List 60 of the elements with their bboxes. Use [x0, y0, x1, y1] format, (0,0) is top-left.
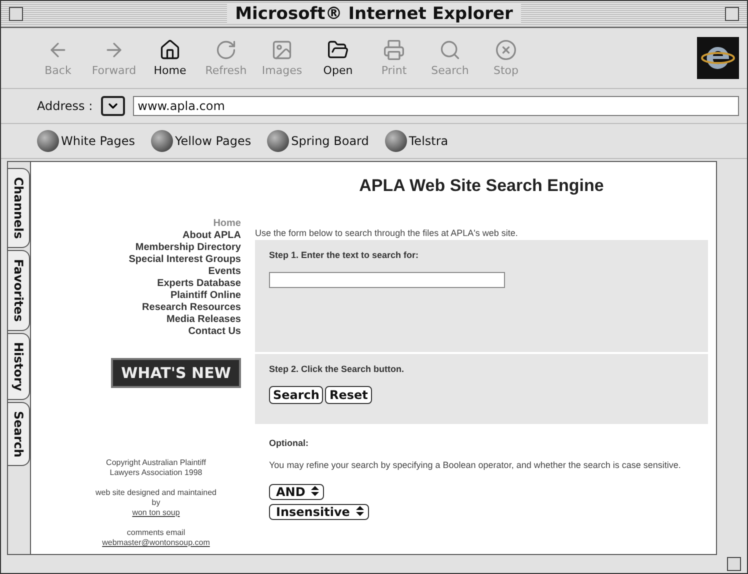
up-down-arrows-icon: [311, 486, 320, 496]
close-box[interactable]: [9, 7, 23, 21]
form-button[interactable]: Reset: [325, 386, 372, 404]
favorite-link[interactable]: White Pages: [37, 130, 144, 152]
history-dropdown[interactable]: [100, 96, 125, 116]
nav-link[interactable]: Events: [208, 266, 241, 278]
favorite-link[interactable]: Telstra: [384, 130, 456, 152]
intro-text: Use the form below to search through the files at APLA's web site.: [255, 228, 519, 238]
select-menu[interactable]: AND: [269, 484, 324, 500]
resize-box[interactable]: [727, 557, 741, 571]
favorite-link[interactable]: Yellow Pages: [151, 130, 260, 152]
email-link[interactable]: webmaster@wontonsoup.com: [102, 538, 210, 548]
side-tab[interactable]: Channels: [8, 168, 30, 248]
by-text: by: [152, 498, 160, 508]
browser-logo: [697, 37, 739, 79]
toolbar-button[interactable]: Open: [311, 39, 365, 77]
copyright-text: Lawyers Association 1998: [110, 468, 202, 478]
folder-icon: [327, 39, 349, 61]
nav-link[interactable]: Contact Us: [188, 326, 241, 338]
stop-icon: [495, 39, 517, 61]
globe-icon: [37, 130, 59, 152]
search-field[interactable]: [269, 272, 505, 288]
nav-link[interactable]: Membership Directory: [135, 242, 241, 254]
whats-new-button[interactable]: WHAT'S NEW: [111, 358, 241, 388]
toolbar-button[interactable]: Home: [143, 39, 197, 77]
nav-link[interactable]: Media Releases: [166, 314, 241, 326]
search-icon: [439, 39, 461, 61]
credit-text: web site designed and maintained: [96, 488, 216, 498]
refresh-icon: [215, 39, 237, 61]
side-tab[interactable]: Search: [8, 402, 30, 466]
printer-icon: [383, 39, 405, 61]
favorite-link[interactable]: Spring Board: [267, 130, 377, 152]
globe-icon: [151, 130, 174, 152]
globe-icon: [384, 130, 407, 152]
nav-link[interactable]: Home: [213, 218, 241, 230]
select-menu[interactable]: Insensitive: [269, 504, 369, 520]
zoom-box[interactable]: [724, 7, 739, 21]
up-down-arrows-icon: [356, 506, 364, 516]
image-icon: [271, 39, 293, 61]
comments-text: comments email: [126, 528, 186, 538]
globe-icon: [267, 130, 290, 152]
nav-link[interactable]: About APLA: [182, 230, 241, 242]
window-title: Microsoft® Internet Explorer: [227, 4, 521, 24]
copyright-text: Copyright Australian Plaintiff: [106, 458, 206, 468]
nav-link[interactable]: Experts Database: [157, 278, 241, 290]
home-icon: [159, 39, 181, 61]
optional-label: Optional:: [269, 438, 310, 448]
side-tab[interactable]: History: [8, 332, 30, 400]
step-one-label: Step 1. Enter the text to search for:: [269, 250, 420, 260]
address-label: Address :: [37, 99, 93, 113]
page-heading: APLA Web Site Search Engine: [358, 176, 605, 196]
nav-link[interactable]: Special Interest Groups: [128, 254, 241, 266]
side-tab[interactable]: Favorites: [8, 250, 30, 331]
nav-link[interactable]: Research Resources: [142, 302, 241, 314]
refine-text: You may refine your search by specifying a Boolean operator, and whether the search is case sensitive.: [269, 460, 682, 470]
address-field[interactable]: www.apla.com: [132, 96, 739, 116]
designer-link[interactable]: won ton soup: [132, 508, 180, 518]
nav-link[interactable]: Plaintiff Online: [170, 290, 241, 302]
form-button[interactable]: Search: [269, 386, 324, 404]
step-two-label: Step 2. Click the Search button.: [269, 364, 406, 374]
